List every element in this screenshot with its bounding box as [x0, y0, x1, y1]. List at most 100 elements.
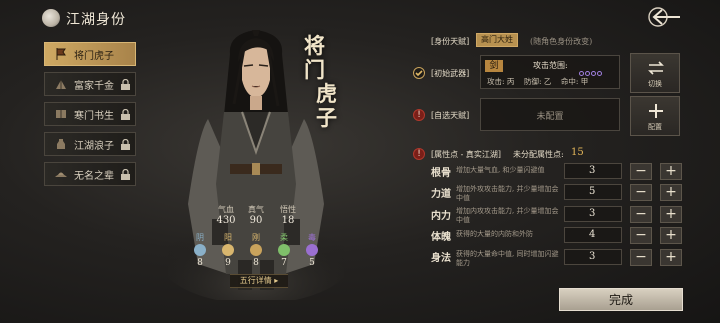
attr-name-strength: 力道 [431, 189, 451, 200]
attr-value-physique: 4 [564, 227, 622, 243]
detail-button-label: 五行详情 [239, 276, 272, 285]
plus-button-constitution[interactable]: + [660, 163, 682, 180]
yin-icon [194, 244, 206, 256]
character-title-char: 子 [316, 105, 337, 130]
plus-icon [649, 104, 663, 118]
identity-label: [身份天赋] [431, 37, 470, 46]
done-button[interactable]: 完成 [559, 288, 683, 311]
back-arrow-icon [648, 7, 680, 27]
configure-talent-button[interactable]: 配置 [630, 96, 680, 136]
poison-icon [306, 244, 318, 256]
plus-button-agility[interactable]: + [660, 249, 682, 266]
element-label-soft: 柔 [280, 233, 288, 242]
element-value-hard: 8 [253, 258, 259, 268]
sidebar-item-label: 无名之辈 [74, 170, 114, 182]
banner-icon [56, 48, 66, 60]
talent-label: [自选天赋] [431, 111, 470, 120]
five-elements-row: 阴 8 阳 9 刚 8 柔 7 毒 5 [190, 232, 330, 272]
attr-desc-strength: 增加外攻攻击能力, 并少量增加会中值 [456, 185, 559, 202]
plus-button-inner-power[interactable]: + [660, 206, 682, 223]
minus-button-strength[interactable]: − [630, 184, 652, 201]
sidebar-item-nobody[interactable]: 无名之辈 [44, 162, 136, 186]
element-label-yang: 阳 [224, 233, 232, 242]
attr-desc-constitution: 增加大量气血, 和少量闪避值 [456, 166, 545, 174]
remaining-points-label: 未分配属性点: [513, 150, 564, 159]
sidebar-item-label: 寒门书生 [74, 110, 114, 122]
character-title-char: 虎 [316, 81, 337, 106]
configure-label: 配置 [648, 123, 662, 131]
sidebar-item-label: 江湖浪子 [74, 140, 114, 152]
sidebar-item-label: 富家千金 [74, 80, 114, 92]
talent-placeholder: 未配置 [536, 112, 564, 122]
lock-icon [121, 109, 130, 120]
swap-arrows-icon [648, 61, 664, 75]
five-elements-detail-button[interactable]: 五行详情 ▸ [230, 274, 288, 288]
lock-icon [121, 169, 130, 180]
attributes-header: [属性点 - 真实江湖] [431, 150, 502, 159]
minus-button-inner-power[interactable]: − [630, 206, 652, 223]
minus-button-agility[interactable]: − [630, 249, 652, 266]
switch-label: 切换 [648, 80, 662, 88]
attr-name-agility: 身法 [431, 253, 451, 264]
weapon-label: [初始武器] [431, 69, 470, 78]
minus-button-constitution[interactable]: − [630, 163, 652, 180]
attr-desc-physique: 获得的大量的内防和外防 [456, 230, 533, 238]
identity-tag[interactable]: 高门大姓 [476, 33, 518, 47]
talent-panel[interactable]: 未配置 [480, 98, 620, 131]
element-label-yin: 阴 [196, 233, 204, 242]
attr-value-constitution: 3 [564, 163, 622, 179]
sidebar-item-general-son[interactable]: 将门虎子 [44, 42, 136, 66]
plus-button-physique[interactable]: + [660, 227, 682, 244]
element-value-yang: 9 [225, 258, 231, 268]
element-label-poison: 毒 [308, 233, 316, 242]
attr-name-inner-power: 内力 [431, 211, 451, 222]
straw-hat-icon [55, 172, 67, 177]
sidebar-item-wanderer[interactable]: 江湖浪子 [44, 132, 136, 156]
character-title-char: 将 [304, 33, 325, 58]
character-title-char: 门 [304, 57, 325, 82]
warning-icon: ! [413, 109, 425, 121]
warning-icon: ! [413, 148, 425, 160]
plus-button-strength[interactable]: + [660, 184, 682, 201]
stat-value-qi: 90 [249, 215, 263, 226]
weapon-name: 剑 [485, 60, 503, 72]
element-value-soft: 7 [281, 258, 287, 268]
stat-value-insight: 18 [281, 215, 295, 226]
element-label-hard: 刚 [252, 233, 260, 242]
stat-label-hp: 气血 [218, 205, 234, 214]
fan-icon [56, 80, 66, 89]
attr-name-constitution: 根骨 [431, 168, 451, 179]
wine-jug-icon [57, 139, 65, 149]
attr-desc-inner-power: 增加内攻攻击能力, 并少量增加会中值 [456, 207, 559, 224]
switch-weapon-button[interactable]: 切换 [630, 53, 680, 93]
character-title: 将 门 虎 子 [304, 33, 337, 130]
weapon-range-label: 攻击范围: [533, 61, 568, 70]
stat-label-qi: 真气 [248, 205, 264, 214]
lock-icon [121, 79, 130, 90]
attr-desc-agility: 获得的大量命中值, 同时增加闪避能力 [456, 250, 559, 267]
chevron-right-icon: ▸ [271, 276, 279, 285]
weapon-panel: 剑 攻击范围: 攻击: 丙 防御: 乙 命中: 甲 [480, 55, 620, 89]
hard-icon [250, 244, 262, 256]
page-title: 江湖身份 [66, 12, 126, 28]
sidebar-item-rich-daughter[interactable]: 富家千金 [44, 72, 136, 96]
soft-icon [278, 244, 290, 256]
identity-hint: (随角色身份改变) [530, 37, 593, 46]
element-value-yin: 8 [197, 258, 203, 268]
stat-label-insight: 悟性 [280, 205, 296, 214]
check-icon [413, 67, 425, 79]
attr-value-inner-power: 3 [564, 206, 622, 222]
attr-value-strength: 5 [564, 184, 622, 200]
back-button[interactable] [646, 5, 682, 29]
yin-yang-icon [42, 9, 60, 27]
minus-button-physique[interactable]: − [630, 227, 652, 244]
attr-value-agility: 3 [564, 249, 622, 265]
sidebar-item-poor-scholar[interactable]: 寒门书生 [44, 102, 136, 126]
lock-icon [121, 139, 130, 150]
attr-name-physique: 体魄 [431, 232, 451, 243]
book-icon [56, 110, 66, 118]
yang-icon [222, 244, 234, 256]
stat-value-hp: 430 [216, 215, 236, 226]
weapon-grades: 攻击: 丙 防御: 乙 命中: 甲 [487, 77, 589, 86]
sidebar-item-label: 将门虎子 [74, 50, 114, 62]
